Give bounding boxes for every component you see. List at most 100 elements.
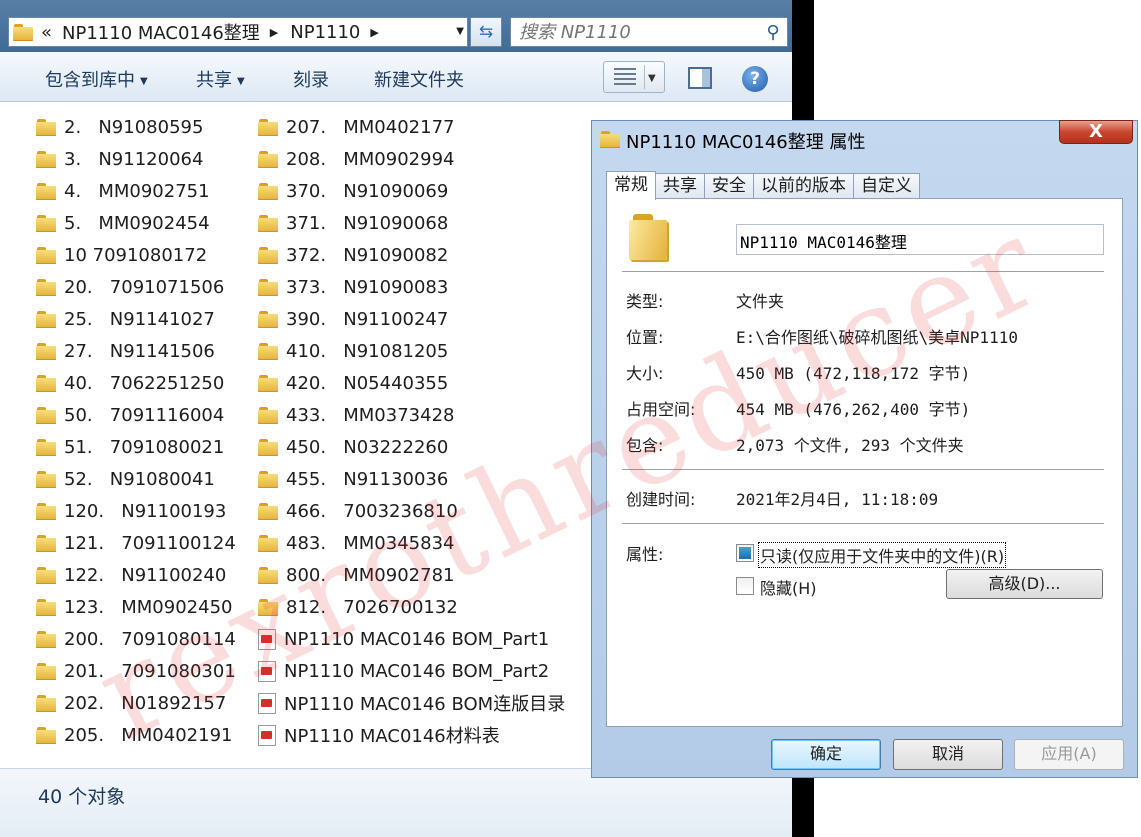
- item-name: NP1110 MAC0146 BOM_Part1: [284, 628, 550, 650]
- folder-item[interactable]: 25. N91141027: [36, 303, 236, 335]
- folder-item[interactable]: 5. MM0902454: [36, 207, 236, 239]
- include-in-library-button[interactable]: 包含到库中 ▼: [45, 66, 148, 92]
- pdf-file-item[interactable]: NP1110 MAC0146 BOM_Part1: [258, 623, 565, 655]
- breadcrumb-current[interactable]: NP1110: [290, 22, 360, 43]
- item-name: 200. 7091080114: [64, 628, 236, 650]
- new-folder-button[interactable]: 新建文件夹: [374, 66, 464, 92]
- folder-item[interactable]: 202. N01892157: [36, 687, 236, 719]
- folder-item[interactable]: 800. MM0902781: [258, 559, 565, 591]
- folder-item[interactable]: 27. N91141506: [36, 335, 236, 367]
- folder-icon: [258, 150, 278, 168]
- apply-button[interactable]: 应用(A): [1014, 739, 1124, 770]
- item-name: 120. N91100193: [64, 500, 227, 522]
- address-dropdown-icon[interactable]: ▼: [456, 26, 464, 37]
- folder-item[interactable]: 812. 7026700132: [258, 591, 565, 623]
- folder-item[interactable]: 205. MM0402191: [36, 719, 236, 751]
- tab-general[interactable]: 常规: [606, 171, 656, 200]
- cancel-button[interactable]: 取消: [893, 739, 1003, 770]
- search-input[interactable]: [511, 21, 759, 43]
- change-view-button[interactable]: ▼: [603, 61, 665, 93]
- folder-item[interactable]: 4. MM0902751: [36, 175, 236, 207]
- folder-item[interactable]: 433. MM0373428: [258, 399, 565, 431]
- folder-item[interactable]: 3. N91120064: [36, 143, 236, 175]
- general-tab-panel: NP1110 MAC0146整理 类型: 文件夹 位置: E:\合作图纸\破碎机…: [606, 198, 1123, 727]
- folder-item[interactable]: 455. N91130036: [258, 463, 565, 495]
- address-bar[interactable]: « NP1110 MAC0146整理 ▶ NP1110 ▶ ▼: [8, 17, 468, 47]
- folder-item[interactable]: 371. N91090068: [258, 207, 565, 239]
- folder-item[interactable]: 207. MM0402177: [258, 111, 565, 143]
- folder-icon: [36, 502, 56, 520]
- pdf-file-item[interactable]: NP1110 MAC0146 BOM连版目录: [258, 687, 565, 719]
- item-name: 433. MM0373428: [286, 404, 455, 426]
- folder-item[interactable]: 120. N91100193: [36, 495, 236, 527]
- folder-item[interactable]: 450. N03222260: [258, 431, 565, 463]
- item-name: 51. 7091080021: [64, 436, 225, 458]
- folder-name-field[interactable]: NP1110 MAC0146整理: [736, 224, 1104, 255]
- folder-item[interactable]: 123. MM0902450: [36, 591, 236, 623]
- folder-item[interactable]: 122. N91100240: [36, 559, 236, 591]
- advanced-button[interactable]: 高级(D)...: [946, 569, 1103, 599]
- folder-item[interactable]: 373. N91090083: [258, 271, 565, 303]
- item-name: 27. N91141506: [64, 340, 215, 362]
- folder-item[interactable]: 420. N05440355: [258, 367, 565, 399]
- share-label: 共享: [196, 70, 232, 91]
- tab-customize[interactable]: 自定义: [853, 173, 920, 199]
- folder-item[interactable]: 370. N91090069: [258, 175, 565, 207]
- breadcrumb-overflow[interactable]: «: [41, 22, 52, 43]
- divider: [622, 271, 1104, 272]
- preview-pane-button[interactable]: [688, 67, 712, 89]
- readonly-checkbox[interactable]: [736, 544, 754, 562]
- folder-icon: [36, 470, 56, 488]
- breadcrumb-parent[interactable]: NP1110 MAC0146整理: [62, 19, 260, 45]
- folder-item[interactable]: 50. 7091116004: [36, 399, 236, 431]
- chevron-right-icon[interactable]: ▶: [370, 26, 378, 39]
- folder-item[interactable]: 2. N91080595: [36, 111, 236, 143]
- folder-item[interactable]: 372. N91090082: [258, 239, 565, 271]
- item-name: 372. N91090082: [286, 244, 449, 266]
- folder-item[interactable]: 121. 7091100124: [36, 527, 236, 559]
- size-label: 大小:: [626, 364, 664, 383]
- search-box[interactable]: ⚲: [510, 17, 788, 47]
- divider: [622, 469, 1104, 470]
- folder-icon: [13, 23, 33, 41]
- folder-icon: [36, 630, 56, 648]
- tab-sharing[interactable]: 共享: [655, 173, 705, 199]
- item-count: 40 个对象: [38, 786, 126, 808]
- item-name: 5. MM0902454: [64, 212, 210, 234]
- include-in-library-label: 包含到库中: [45, 70, 135, 91]
- dialog-title: NP1110 MAC0146整理 属性: [626, 132, 866, 153]
- folder-item[interactable]: 201. 7091080301: [36, 655, 236, 687]
- chevron-right-icon[interactable]: ▶: [270, 26, 278, 39]
- folder-item[interactable]: 410. N91081205: [258, 335, 565, 367]
- folder-item[interactable]: 20. 7091071506: [36, 271, 236, 303]
- close-button[interactable]: X: [1059, 120, 1133, 144]
- folder-item[interactable]: 200. 7091080114: [36, 623, 236, 655]
- hidden-checkbox[interactable]: [736, 577, 754, 595]
- share-button[interactable]: 共享 ▼: [196, 66, 245, 92]
- burn-button[interactable]: 刻录: [293, 66, 329, 92]
- tab-security[interactable]: 安全: [704, 173, 754, 199]
- item-name: 373. N91090083: [286, 276, 449, 298]
- hidden-label[interactable]: 隐藏(H): [760, 575, 817, 599]
- folder-item[interactable]: 40. 7062251250: [36, 367, 236, 399]
- folder-item[interactable]: 208. MM0902994: [258, 143, 565, 175]
- dropdown-arrow-icon[interactable]: ▼: [648, 73, 656, 84]
- help-icon[interactable]: ?: [742, 66, 768, 92]
- folder-icon: [36, 374, 56, 392]
- folder-item[interactable]: 466. 7003236810: [258, 495, 565, 527]
- pdf-file-item[interactable]: NP1110 MAC0146 BOM_Part2: [258, 655, 565, 687]
- folder-icon: [36, 118, 56, 136]
- ok-button[interactable]: 确定: [771, 739, 881, 770]
- folder-item[interactable]: 52. N91080041: [36, 463, 236, 495]
- pdf-file-item[interactable]: NP1110 MAC0146材料表: [258, 719, 565, 751]
- explorer-title-area: « NP1110 MAC0146整理 ▶ NP1110 ▶ ▼ ⇆ ⚲: [0, 0, 792, 52]
- file-column-2: 207. MM0402177 208. MM0902994 370. N910900…: [258, 111, 565, 751]
- search-icon[interactable]: ⚲: [759, 22, 787, 43]
- readonly-label[interactable]: 只读(仅应用于文件夹中的文件)(R): [758, 542, 1007, 568]
- folder-item[interactable]: 10 7091080172: [36, 239, 236, 271]
- folder-item[interactable]: 51. 7091080021: [36, 431, 236, 463]
- tab-previous-versions[interactable]: 以前的版本: [753, 173, 854, 199]
- folder-item[interactable]: 483. MM0345834: [258, 527, 565, 559]
- refresh-button[interactable]: ⇆: [470, 17, 502, 47]
- folder-item[interactable]: 390. N91100247: [258, 303, 565, 335]
